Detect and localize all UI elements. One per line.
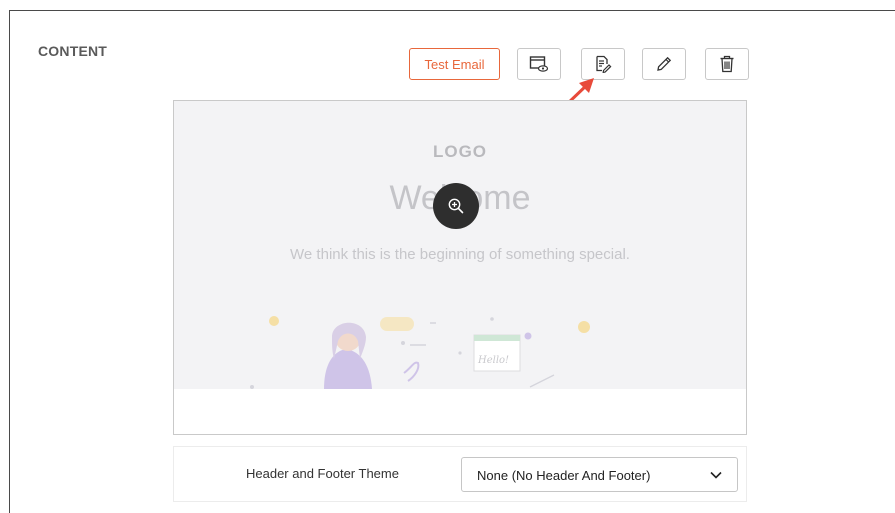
header-footer-theme-row: Header and Footer Theme None (No Header … [173, 446, 747, 502]
illustration-hello-text: Hello! [477, 355, 509, 366]
window-border-top [9, 10, 895, 11]
theme-select-value: None (No Header And Footer) [477, 468, 651, 483]
preview-tagline: We think this is the beginning of someth… [290, 246, 630, 263]
delete-button[interactable] [705, 48, 749, 80]
preview-canvas: LOGO Welcome We think this is the beginn… [174, 101, 746, 389]
chevron-down-icon [710, 471, 722, 479]
preview-logo: LOGO [432, 142, 488, 161]
header-footer-theme-select[interactable]: None (No Header And Footer) [461, 457, 738, 492]
section-title: CONTENT [38, 43, 108, 59]
edit-button[interactable] [642, 48, 686, 80]
welcome-illustration: Hello! [250, 316, 590, 389]
template-preview[interactable]: LOGO Welcome We think this is the beginn… [173, 100, 747, 435]
zoom-button[interactable] [433, 183, 479, 229]
pencil-icon [657, 56, 672, 71]
trash-icon [720, 55, 734, 73]
test-email-button[interactable]: Test Email [409, 48, 500, 80]
window-border-left [9, 10, 10, 513]
header-footer-theme-label: Header and Footer Theme [246, 466, 399, 481]
zoom-in-icon [448, 198, 464, 214]
